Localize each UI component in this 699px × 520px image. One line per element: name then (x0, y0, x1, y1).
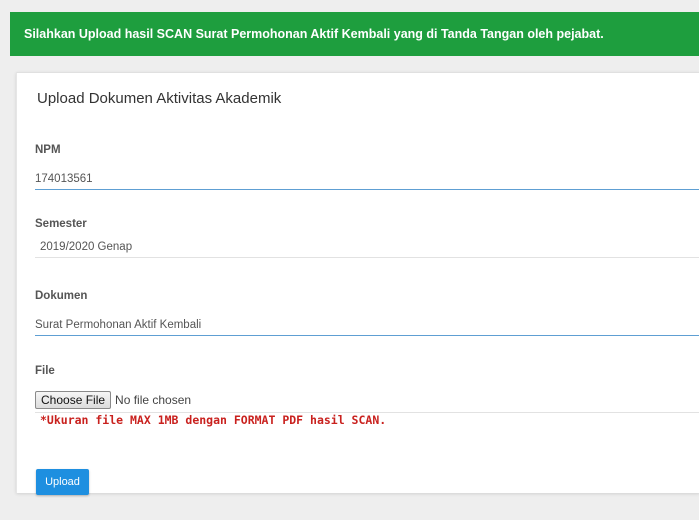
file-label: File (35, 365, 55, 377)
file-input: Choose File No file chosen (35, 389, 191, 411)
alert-message: Silahkan Upload hasil SCAN Surat Permoho… (24, 27, 604, 41)
dokumen-field[interactable]: Surat Permohonan Aktif Kembali (35, 314, 699, 336)
dokumen-label: Dokumen (35, 290, 88, 302)
form-title: Upload Dokumen Aktivitas Akademik (37, 90, 282, 107)
npm-field[interactable]: 174013561 (35, 168, 699, 190)
file-status: No file chosen (115, 393, 192, 407)
npm-label: NPM (35, 144, 61, 156)
semester-select[interactable]: 2019/2020 Genap (35, 236, 699, 258)
alert-banner: Silahkan Upload hasil SCAN Surat Permoho… (10, 12, 699, 56)
upload-button[interactable]: Upload (36, 469, 89, 495)
semester-label: Semester (35, 218, 87, 230)
upload-form-card: Upload Dokumen Aktivitas Akademik NPM 17… (16, 72, 699, 495)
file-size-note: *Ukuran file MAX 1MB dengan FORMAT PDF h… (40, 413, 387, 427)
choose-file-button[interactable]: Choose File (35, 391, 112, 409)
